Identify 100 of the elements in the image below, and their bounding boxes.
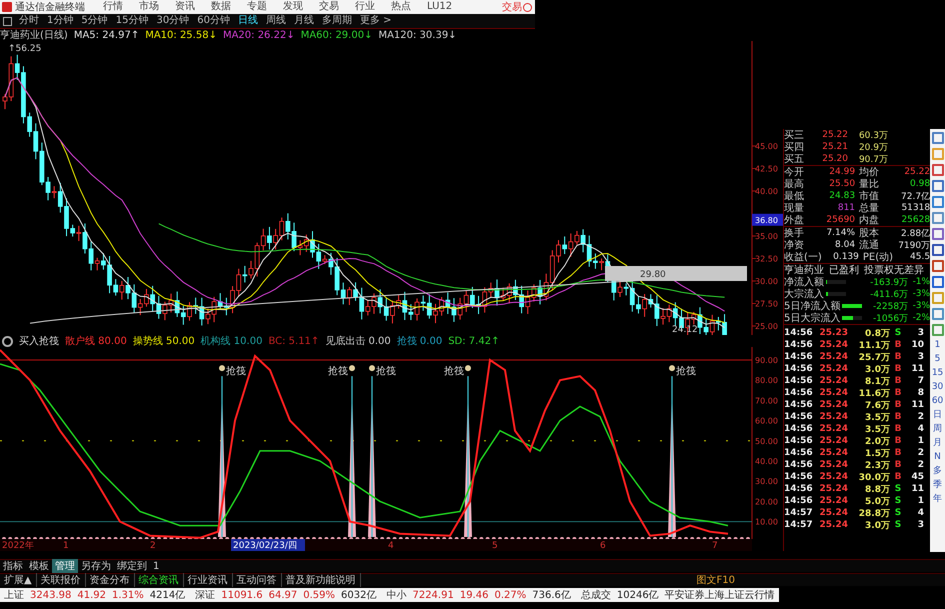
period-tab[interactable]: 月线 [292,15,315,27]
stat-value: 72.7亿 [900,190,930,202]
signal-label: 抢筏 [226,366,246,378]
period-tab[interactable]: 60分钟 [196,15,231,27]
period-tab[interactable]: 5分钟 [80,15,109,27]
period-tab[interactable]: 周线 [264,15,287,27]
menu-item[interactable]: 行业 [355,1,375,13]
index-percent: 0.59% [303,590,336,600]
order-price: 25.22 [821,130,848,140]
signal-label: 抢筏 [376,366,396,378]
menu-item[interactable]: 资讯 [175,1,195,13]
formula-tab[interactable]: 指标 [0,559,26,573]
order-volume: 60.3万 [858,130,888,142]
toolbar-icon[interactable] [932,324,944,336]
toolbar-icon[interactable] [932,228,944,240]
f10-button[interactable]: 图文F10 [696,573,735,587]
formula-tab[interactable]: 1 [150,560,162,572]
info-tab[interactable]: 行业资讯 [184,573,233,587]
toolbar-icon[interactable] [932,132,944,144]
stat-value: 8.04 [834,240,856,250]
menu-item[interactable]: 发现 [283,1,303,13]
stat-value: 25628 [900,215,930,225]
period-tab[interactable]: 30分钟 [155,15,190,27]
stat-label: PE(动) [862,251,894,264]
formula-tab[interactable]: 另存为 [78,559,114,573]
period-shortcut[interactable]: 1 [934,340,940,350]
toolbar-icon[interactable] [932,276,944,288]
square-icon[interactable] [3,16,12,26]
period-tab[interactable]: 日线 [236,15,259,27]
indicator-reading: 抢筏 0.00 [396,335,442,348]
menu-item[interactable]: 市场 [139,1,159,13]
axis-label: 60.00 [755,416,778,426]
menu-item[interactable]: 数据 [211,1,231,13]
menu-item[interactable]: 行情 [103,1,123,13]
info-tab[interactable]: 综合资讯 [134,573,184,587]
info-tab[interactable]: 扩展▲ [0,573,37,587]
period-shortcut[interactable]: 季 [933,480,942,490]
period-shortcut[interactable]: 多 [933,466,942,476]
toolbar-icon[interactable] [932,212,944,224]
flow-amount: -411.6万 [869,288,908,300]
circle-icon[interactable] [523,2,532,12]
trade-price: 25.24 [818,412,848,422]
trade-price: 25.23 [818,328,848,338]
ma-reading: MA10: 25.58↓ [145,30,217,40]
index-value: 11091.6 [221,590,263,600]
date-label: 2022年 [2,541,34,551]
gear-icon[interactable] [2,336,13,347]
toolbar-icon[interactable] [932,180,944,192]
toolbar-icon[interactable] [932,164,944,176]
period-shortcut[interactable]: 5 [934,354,940,364]
formula-tab[interactable]: 管理 [52,559,78,573]
index-name[interactable]: 中小 [382,588,406,602]
stat-label: 总量 [859,202,880,214]
toolbar-icon[interactable] [932,244,944,256]
trade-price: 25.24 [818,472,848,482]
trade-price: 25.24 [818,520,848,530]
trade-volume: 30.0万 [858,472,890,484]
stat-label: 市值 [859,190,880,202]
period-tab[interactable]: 多周期 [320,15,353,27]
formula-tab[interactable]: 绑定到 [114,559,150,573]
menu-item[interactable]: LU12 [427,1,452,13]
info-tab[interactable]: 普及新功能说明 [282,573,361,587]
menu-item[interactable]: 专题 [247,1,267,13]
formula-tab[interactable]: 模板 [26,559,52,573]
index-turnover: 4214亿 [150,589,186,602]
toolbar-icon[interactable] [932,308,944,320]
menu-item[interactable]: 交易 [319,1,339,13]
flow-amount: -163.9万 [869,276,908,288]
trade-volume: 25.7万 [858,352,890,364]
period-shortcut[interactable]: 年 [933,494,942,504]
axis-label: 90.00 [755,356,778,366]
trade-count: 2 [916,460,924,470]
toolbar-icon[interactable] [932,196,944,208]
index-name[interactable]: 深证 [191,588,216,602]
info-tab[interactable]: 资金分布 [86,573,135,587]
period-shortcut[interactable]: 60 [932,396,944,406]
trade-count: 3 [916,520,924,530]
toolbar-icon[interactable] [932,260,944,272]
trade-side: B [894,352,902,362]
period-shortcut[interactable]: 周 [933,424,942,434]
period-tab[interactable]: 1分钟 [46,15,74,27]
info-tab[interactable]: 关联报价 [36,573,86,587]
period-shortcut[interactable]: 30 [932,382,944,392]
period-shortcut[interactable]: N [934,452,941,462]
period-tab[interactable]: 分时 [18,15,40,27]
trade-button[interactable]: 交易 [502,0,522,14]
date-label: 2023/02/23/四 [231,539,305,551]
axis-label: 70.00 [755,396,778,406]
indicator-reading: 机构线 10.00 [200,334,262,348]
period-shortcut[interactable]: 月 [933,438,942,448]
index-change: 41.92 [77,590,106,600]
period-tab[interactable]: 15分钟 [114,15,150,27]
info-tab[interactable]: 互动问答 [232,573,282,587]
period-shortcut[interactable]: 日 [933,410,942,420]
flow-amount: -2258万 [872,300,908,312]
period-tab[interactable]: 更多 > [358,15,393,27]
menu-item[interactable]: 热点 [391,1,411,13]
period-shortcut[interactable]: 15 [932,368,944,378]
index-name[interactable]: 上证 [0,588,24,602]
logo-icon [2,2,12,12]
